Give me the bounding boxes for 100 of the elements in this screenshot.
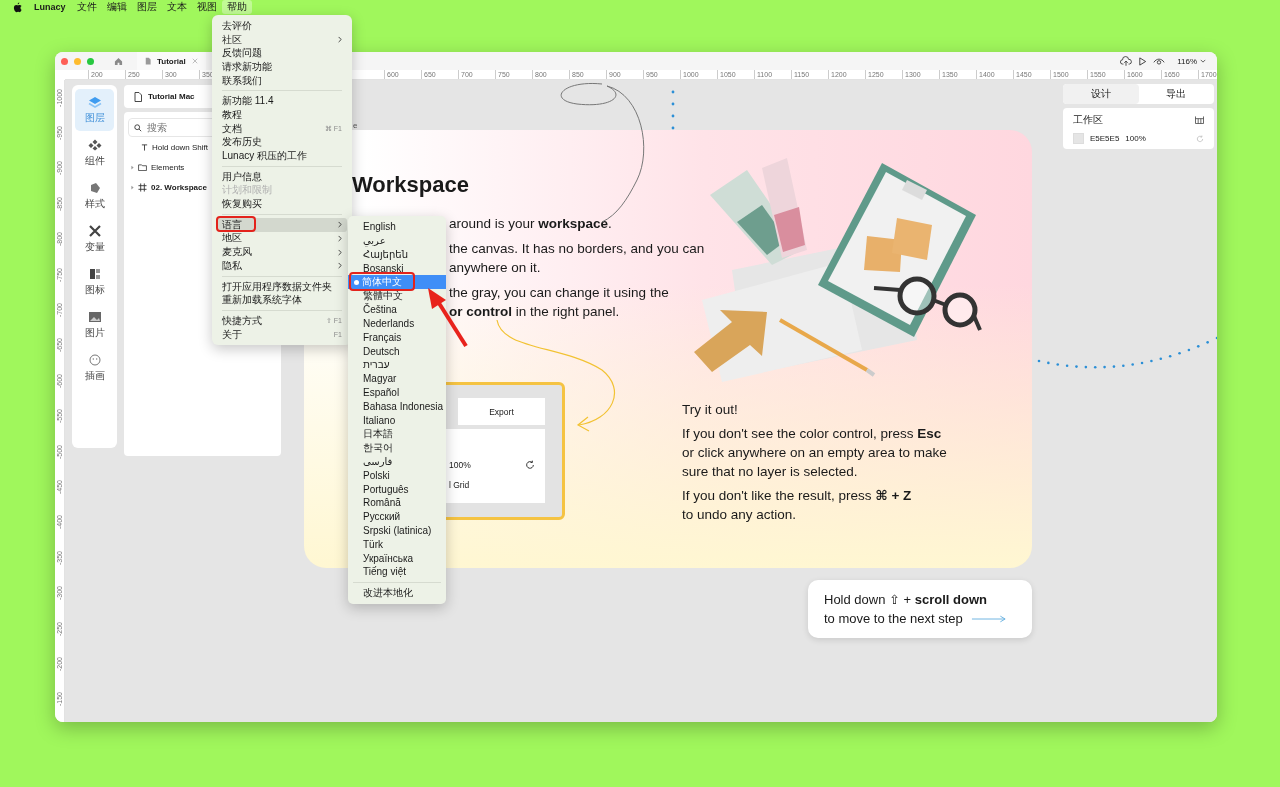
- document-tab[interactable]: Tutorial: [137, 52, 206, 70]
- language-item[interactable]: Română: [348, 495, 446, 510]
- language-item[interactable]: 日本語: [348, 426, 446, 441]
- language-item[interactable]: عربي: [348, 233, 446, 248]
- language-item[interactable]: فارسی: [348, 454, 446, 469]
- language-item[interactable]: Türk: [348, 537, 446, 552]
- opacity-value[interactable]: 100%: [1125, 134, 1190, 143]
- sidebar-item[interactable]: 样式: [75, 175, 114, 217]
- annotation-arrow: [428, 288, 468, 348]
- menu-item[interactable]: 新功能 11.4: [217, 94, 347, 109]
- app-name[interactable]: Lunacy: [34, 2, 66, 12]
- artboard-title: Workspace: [352, 172, 469, 198]
- language-item[interactable]: Čeština: [348, 302, 446, 317]
- sidebar-item[interactable]: 插画: [75, 347, 114, 389]
- language-item[interactable]: Magyar: [348, 371, 446, 386]
- language-item[interactable]: Deutsch: [348, 344, 446, 358]
- menu-item[interactable]: 隐私: [217, 259, 347, 273]
- apple-logo-icon[interactable]: [13, 1, 22, 13]
- image-icon: [87, 310, 102, 323]
- grid-label: l Grid: [449, 480, 471, 490]
- grid-icon[interactable]: [1195, 116, 1204, 124]
- intro-paragraph: the canvas. It has no borders, and you can anywhere on it.: [449, 239, 705, 277]
- menu-bar-item[interactable]: 文件: [71, 0, 102, 14]
- language-item[interactable]: Français: [348, 330, 446, 345]
- intro-paragraph: around is your workspace.: [449, 215, 613, 233]
- menu-item[interactable]: 麦克风: [217, 245, 347, 259]
- language-item[interactable]: Srpski (latinica): [348, 523, 446, 538]
- highlight-outline: [349, 272, 415, 291]
- bullet-icon: [354, 279, 359, 285]
- eye-icon[interactable]: [1153, 56, 1166, 66]
- caret-icon: [131, 184, 134, 190]
- language-item[interactable]: 한국어: [348, 440, 446, 455]
- menu-item[interactable]: 反馈问题: [217, 46, 347, 61]
- menu-item[interactable]: 去评价: [217, 19, 347, 33]
- language-item[interactable]: Bosanski: [348, 261, 446, 276]
- menu-bar-item[interactable]: 编辑: [101, 0, 132, 14]
- refresh-icon[interactable]: [1196, 134, 1204, 143]
- close-window-icon[interactable]: [61, 57, 68, 65]
- section-title: 工作区: [1073, 113, 1103, 127]
- menu-item[interactable]: 用户信息: [217, 169, 347, 184]
- cloud-upload-icon[interactable]: [1120, 55, 1133, 67]
- language-item[interactable]: Español: [348, 385, 446, 400]
- language-item[interactable]: Русский: [348, 509, 446, 524]
- folder-icon: [138, 163, 147, 171]
- maximize-window-icon[interactable]: [87, 57, 94, 65]
- menu-item[interactable]: 打开应用程序数据文件夹: [217, 279, 347, 294]
- menu-bar-item[interactable]: 文本: [161, 0, 192, 14]
- menu-item[interactable]: 社区: [217, 32, 347, 47]
- search-icon: [134, 123, 142, 132]
- dotted-line: [671, 90, 675, 130]
- language-item[interactable]: Nederlands: [348, 316, 446, 331]
- language-item[interactable]: Bahasa Indonesia: [348, 399, 446, 414]
- play-icon[interactable]: [1138, 56, 1148, 66]
- zoom-dropdown[interactable]: 116%: [1177, 56, 1206, 66]
- document-icon: [145, 57, 151, 65]
- menu-item[interactable]: 地区: [217, 231, 347, 246]
- hint-text: to move to the next step: [824, 610, 963, 628]
- tips-paragraph: If you don't see the color control, press Esc or click anywhere on an empty area to make sure that no layer is selected.: [682, 425, 947, 481]
- language-item[interactable]: English: [348, 220, 446, 234]
- sidebar-item[interactable]: 图标: [75, 261, 114, 303]
- arrow-right-icon: [970, 614, 1007, 623]
- language-item[interactable]: Polski: [348, 468, 446, 483]
- close-icon[interactable]: [191, 58, 198, 64]
- language-item[interactable]: Português: [348, 482, 446, 496]
- tips-paragraph: If you don't like the result, press ⌘ + Z to undo any action.: [682, 487, 913, 524]
- color-swatch[interactable]: [1073, 133, 1084, 144]
- language-item[interactable]: Հայերեն: [348, 247, 446, 262]
- menu-item[interactable]: 重新加载系统字体: [217, 293, 347, 308]
- tips-heading: Try it out!: [682, 401, 739, 419]
- sidebar-item[interactable]: 变量: [75, 218, 114, 260]
- sidebar-item[interactable]: 图片: [75, 304, 114, 346]
- chevron-down-icon: [1200, 59, 1206, 63]
- frame-icon: [138, 182, 147, 192]
- layers-icon: [87, 95, 102, 108]
- components-icon: [87, 138, 102, 151]
- language-item[interactable]: Українська: [348, 551, 446, 565]
- caret-icon: [131, 164, 134, 170]
- menu-item[interactable]: 语言: [217, 217, 347, 232]
- language-item[interactable]: Italiano: [348, 413, 446, 427]
- menu-item[interactable]: 恢复购买: [217, 197, 347, 211]
- language-item[interactable]: 繁體中文: [348, 289, 446, 303]
- menu-item[interactable]: 发布历史: [217, 135, 347, 150]
- intro-paragraph: the gray, you can change it using the or control in the right panel.: [449, 283, 670, 321]
- home-icon[interactable]: [114, 56, 123, 66]
- panel-tab[interactable]: 导出: [1138, 84, 1214, 104]
- menu-item[interactable]: Lunacy 积压的工作: [217, 149, 347, 163]
- menu-bar-item[interactable]: 图层: [131, 0, 162, 14]
- language-item[interactable]: עברית: [348, 357, 446, 372]
- menu-bar-item[interactable]: 帮助: [221, 0, 252, 14]
- refresh-icon: [525, 460, 535, 470]
- language-item[interactable]: Tiếng việt: [348, 564, 446, 579]
- text-icon: [141, 143, 148, 151]
- menu-bar-item[interactable]: 视图: [191, 0, 222, 14]
- x-icon: [87, 224, 102, 237]
- sidebar-item[interactable]: 组件: [75, 132, 114, 174]
- artboard-name: e: [353, 121, 358, 130]
- color-hex[interactable]: E5E5E5: [1090, 134, 1120, 143]
- menu-item[interactable]: 改进本地化: [348, 585, 446, 600]
- panel-tab[interactable]: 设计: [1063, 84, 1139, 104]
- highlight-outline: [216, 216, 256, 232]
